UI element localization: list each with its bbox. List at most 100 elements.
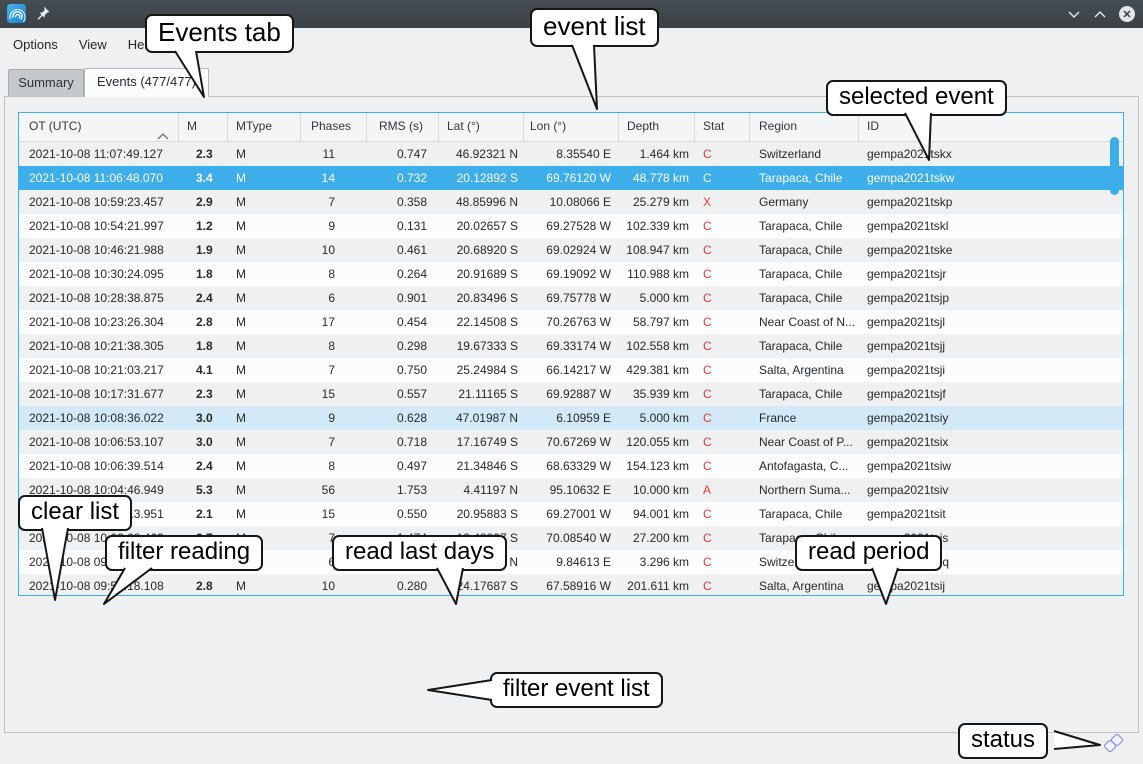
column-header-rms[interactable]: RMS (s) [367, 113, 439, 141]
table-row[interactable]: 2021-10-08 10:21:03.2174.1M70.75025.2498… [19, 358, 1123, 382]
cell-mtype: M [228, 310, 301, 334]
cell-rms: 0.718 [367, 430, 439, 454]
cell-m: 2.8 [179, 310, 228, 334]
cell-lat: 20.95883 S [439, 502, 524, 526]
vertical-scrollbar-thumb[interactable] [1110, 137, 1119, 195]
cell-m: 3.0 [179, 406, 228, 430]
pin-icon[interactable] [34, 5, 51, 27]
table-row[interactable]: 2021-10-08 10:17:31.6772.3M150.55721.111… [19, 382, 1123, 406]
menu-options[interactable]: Options [5, 33, 66, 56]
cell-rms: 0.732 [367, 166, 439, 190]
cell-phases: 10 [301, 238, 367, 262]
cell-mtype: M [228, 502, 301, 526]
cell-lat: 21.11165 S [439, 382, 524, 406]
cell-depth: 58.797 km [619, 310, 695, 334]
tab-summary[interactable]: Summary [8, 69, 84, 96]
close-button[interactable] [1118, 5, 1136, 21]
cell-mtype: M [228, 190, 301, 214]
callout-read-period: read period [795, 535, 942, 571]
cell-m: 3.0 [179, 430, 228, 454]
cell-rms: 0.497 [367, 454, 439, 478]
cell-region: Tarapaca, Chile [750, 214, 859, 238]
table-row[interactable]: 2021-10-08 10:21:38.3051.8M80.29819.6733… [19, 334, 1123, 358]
cell-region: Switzerland [750, 142, 859, 166]
cell-lon: 70.08540 W [524, 526, 619, 550]
column-header-lon[interactable]: Lon (°) [524, 113, 619, 141]
table-row[interactable]: 2021-10-08 10:54:21.9971.2M90.13120.0265… [19, 214, 1123, 238]
column-header-phases[interactable]: Phases [301, 113, 367, 141]
cell-rms: 1.753 [367, 478, 439, 502]
table-row[interactable]: 2021-10-08 10:59:23.4572.9M70.35848.8599… [19, 190, 1123, 214]
cell-ot: 2021-10-08 10:17:31.677 [19, 382, 179, 406]
column-header-ot[interactable]: OT (UTC) [19, 113, 179, 141]
table-row[interactable]: 2021-10-08 11:07:49.1272.3M110.74746.923… [19, 142, 1123, 166]
cell-ot: 2021-10-08 11:06:48.070 [19, 166, 179, 190]
cell-region: Salta, Argentina [750, 358, 859, 382]
cell-lon: 69.76120 W [524, 166, 619, 190]
cell-ot: 2021-10-08 10:06:53.107 [19, 430, 179, 454]
cell-stat: X [695, 190, 750, 214]
cell-phases: 15 [301, 502, 367, 526]
cell-mtype: M [228, 574, 301, 596]
column-header-id[interactable]: ID [859, 113, 1123, 141]
table-row[interactable]: 2021-10-08 11:06:48.0703.4M140.73220.128… [19, 166, 1123, 190]
column-header-stat[interactable]: Stat [695, 113, 750, 141]
cell-depth: 3.296 km [619, 550, 695, 574]
cell-depth: 120.055 km [619, 430, 695, 454]
cell-lat: 21.34846 S [439, 454, 524, 478]
cell-region: Tarapaca, Chile [750, 382, 859, 406]
table-row[interactable]: 2021-10-08 10:23:26.3042.8M170.45422.145… [19, 310, 1123, 334]
cell-phases: 10 [301, 574, 367, 596]
cell-stat: C [695, 550, 750, 574]
cell-rms: 0.901 [367, 286, 439, 310]
cell-m: 5.3 [179, 478, 228, 502]
cell-stat: A [695, 478, 750, 502]
cell-stat: C [695, 334, 750, 358]
cell-rms: 0.550 [367, 502, 439, 526]
table-row[interactable]: 2021-10-08 09:51:18.1082.8M100.28024.176… [19, 574, 1123, 596]
cell-lon: 69.75778 W [524, 286, 619, 310]
table-row[interactable]: 2021-10-08 10:30:24.0951.8M80.26420.9168… [19, 262, 1123, 286]
cell-mtype: M [228, 358, 301, 382]
cell-mtype: M [228, 478, 301, 502]
table-row[interactable]: 2021-10-08 10:06:39.5142.4M80.49721.3484… [19, 454, 1123, 478]
cell-depth: 102.339 km [619, 214, 695, 238]
callout-clear-list: clear list [18, 495, 132, 531]
cell-depth: 35.939 km [619, 382, 695, 406]
cell-id: gempa2021tskw [859, 166, 1123, 190]
menu-view[interactable]: View [71, 33, 115, 56]
table-row[interactable]: 2021-10-08 10:04:46.9495.3M561.7534.4119… [19, 478, 1123, 502]
cell-ot: 2021-10-08 10:21:03.217 [19, 358, 179, 382]
table-row[interactable]: 2021-10-08 10:28:38.8752.4M60.90120.8349… [19, 286, 1123, 310]
table-row[interactable]: 2021-10-08 10:06:53.1073.0M70.71817.1674… [19, 430, 1123, 454]
table-row[interactable]: 2021-10-08 10:04:13.9512.1M150.55020.958… [19, 502, 1123, 526]
table-row[interactable]: 2021-10-08 10:08:36.0223.0M90.62847.0198… [19, 406, 1123, 430]
column-header-mtype[interactable]: MType [228, 113, 301, 141]
cell-depth: 429.381 km [619, 358, 695, 382]
cell-rms: 0.131 [367, 214, 439, 238]
cell-lat: 24.17687 S [439, 574, 524, 596]
cell-m: 1.8 [179, 334, 228, 358]
cell-ot: 2021-10-08 09:51:18.108 [19, 574, 179, 596]
table-row[interactable]: 2021-10-08 10:46:21.9881.9M100.46120.689… [19, 238, 1123, 262]
column-header-depth[interactable]: Depth [619, 113, 695, 141]
minimize-button[interactable] [1066, 6, 1084, 22]
cell-m: 2.4 [179, 454, 228, 478]
cell-lat: 25.24984 S [439, 358, 524, 382]
cell-phases: 7 [301, 190, 367, 214]
cell-depth: 48.778 km [619, 166, 695, 190]
column-header-m[interactable]: M [179, 113, 228, 141]
cell-lat: 22.14508 S [439, 310, 524, 334]
cell-phases: 17 [301, 310, 367, 334]
column-header-lat[interactable]: Lat (°) [439, 113, 524, 141]
cell-lat: 46.92321 N [439, 142, 524, 166]
maximize-button[interactable] [1092, 6, 1110, 22]
tab-events[interactable]: Events (477/477) [84, 68, 209, 97]
cell-ot: 2021-10-08 10:46:21.988 [19, 238, 179, 262]
column-header-region[interactable]: Region [750, 113, 859, 141]
cell-mtype: M [228, 166, 301, 190]
cell-lon: 69.02924 W [524, 238, 619, 262]
cell-rms: 0.747 [367, 142, 439, 166]
cell-lon: 68.63329 W [524, 454, 619, 478]
cell-ot: 2021-10-08 10:30:24.095 [19, 262, 179, 286]
